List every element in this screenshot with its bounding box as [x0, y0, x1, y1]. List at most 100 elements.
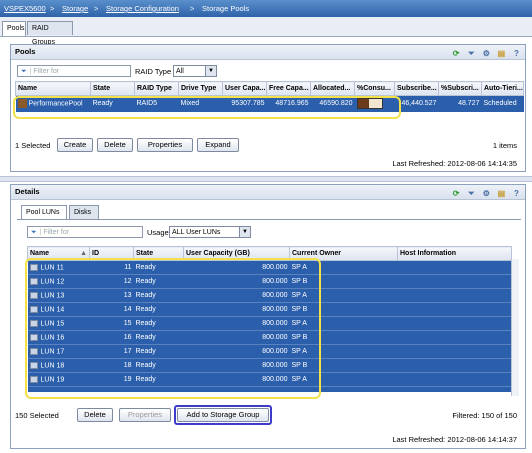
pool-row[interactable]: PerformancePool Ready RAID5 Mixed 95307.… — [15, 95, 524, 112]
pool-free-capacity: 48716.965 — [266, 95, 311, 112]
table-row[interactable]: LUN 14 14 Ready 800.000 SP B — [27, 302, 512, 317]
table-row[interactable]: LUN 11 11 Ready 800.000 SP A — [27, 260, 512, 275]
settings-icon[interactable]: ⚙ — [482, 49, 491, 58]
lun-host — [397, 274, 512, 289]
col-header-user-capacity-gb[interactable]: User Capacity (GB) — [183, 246, 290, 261]
details-tab-divider — [17, 219, 521, 220]
luns-vertical-scrollbar[interactable] — [511, 259, 519, 396]
lun-state-text: Ready — [135, 362, 156, 369]
table-row[interactable]: LUN 16 16 Ready 800.000 SP B — [27, 330, 512, 345]
lun-owner-text: SP B — [291, 278, 308, 285]
col-header-name[interactable]: Name — [15, 81, 91, 96]
pools-filter-placeholder: Filter for — [33, 68, 60, 75]
raid-type-select[interactable]: All ▼ — [173, 65, 217, 77]
lun-owner: SP A — [289, 260, 398, 275]
lun-owner-text: SP A — [291, 376, 307, 383]
delete-button[interactable]: Delete — [97, 138, 133, 152]
table-row[interactable]: LUN 17 17 Ready 800.000 SP A — [27, 344, 512, 359]
lun-name-text: LUN 15 — [40, 320, 65, 328]
lun-state-text: Ready — [135, 292, 156, 299]
col-header-auto-tiering[interactable]: Auto-Tieri... — [481, 81, 524, 96]
export-icon[interactable]: ▤ — [497, 49, 506, 58]
lun-id-text: 18 — [123, 362, 132, 369]
tab-pool-luns[interactable]: Pool LUNs — [21, 205, 67, 220]
refresh-icon[interactable]: ⟳ — [452, 189, 461, 198]
col-header-pct-subscribed[interactable]: %Subscri... — [438, 81, 482, 96]
breadcrumb-storage-config-link[interactable]: Storage Configuration — [106, 4, 179, 13]
properties-button[interactable]: Properties — [137, 138, 193, 152]
col-header-pct-consumed[interactable]: %Consu... — [354, 81, 395, 96]
details-panel-header: Details ⟳ ⏷ ⚙ ▤ ? — [11, 185, 525, 200]
add-to-storage-group-button[interactable]: Add to Storage Group — [177, 408, 269, 422]
export-icon[interactable]: ▤ — [497, 189, 506, 198]
usage-select[interactable]: ALL User LUNs ▼ — [169, 226, 251, 238]
lun-id: 16 — [89, 330, 134, 345]
lun-capacity-text: 800.000 — [262, 264, 288, 271]
col-header-lun-name[interactable]: Name ▲ — [27, 246, 90, 261]
lun-owner: SP B — [289, 302, 398, 317]
lun-properties-button[interactable]: Properties — [119, 408, 171, 422]
lun-owner: SP A — [289, 372, 398, 387]
filter-icon[interactable]: ⏷ — [467, 189, 476, 198]
chevron-down-icon: ▼ — [239, 227, 250, 237]
luns-filter-input[interactable]: ⏷ | Filter for — [27, 226, 143, 238]
settings-icon[interactable]: ⚙ — [482, 189, 491, 198]
col-header-state[interactable]: State — [90, 81, 135, 96]
table-row[interactable]: LUN 18 18 Ready 800.000 SP B — [27, 358, 512, 373]
pools-selected-count: 1 Selected — [15, 141, 51, 150]
lun-capacity-text: 800.000 — [262, 362, 288, 369]
lun-name: LUN 16 — [27, 330, 90, 345]
lun-name: LUN 15 — [27, 316, 90, 331]
table-row[interactable]: LUN 15 15 Ready 800.000 SP A — [27, 316, 512, 331]
pools-panel-title: Pools — [15, 47, 36, 56]
create-button[interactable]: Create — [57, 138, 93, 152]
pools-panel: Pools ⟳ ⏷ ⚙ ▤ ? ⏷ | Filter for RAID Type … — [10, 44, 526, 172]
luns-selected-count: 150 Selected — [15, 411, 59, 420]
lun-state-text: Ready — [135, 334, 156, 341]
raid-type-value: All — [176, 68, 184, 75]
panel-splitter[interactable] — [0, 176, 532, 182]
lun-id: 12 — [89, 274, 134, 289]
table-row[interactable]: LUN 19 19 Ready 800.000 SP A — [27, 372, 512, 387]
refresh-icon[interactable]: ⟳ — [452, 49, 461, 58]
pool-name-cell: PerformancePool — [15, 95, 91, 112]
table-row[interactable]: LUN 13 13 Ready 800.000 SP A — [27, 288, 512, 303]
breadcrumb-storage-link[interactable]: Storage — [62, 4, 88, 13]
expand-button[interactable]: Expand — [197, 138, 239, 152]
tab-disks[interactable]: Disks — [69, 205, 99, 219]
lun-icon — [29, 263, 38, 271]
tab-raid-groups[interactable]: RAID Groups — [27, 21, 73, 46]
lun-name-text: LUN 18 — [40, 362, 65, 370]
raid-type-label: RAID Type — [135, 67, 172, 76]
col-header-current-owner[interactable]: Current Owner — [289, 246, 398, 261]
col-header-state[interactable]: State — [133, 246, 184, 261]
tab-pools[interactable]: Pools — [2, 21, 26, 36]
breadcrumb-system-link[interactable]: VSPEX5600 — [4, 4, 46, 13]
col-header-raid-type[interactable]: RAID Type — [134, 81, 179, 96]
lun-owner: SP B — [289, 358, 398, 373]
col-header-user-capacity[interactable]: User Capa... — [222, 81, 267, 96]
col-header-drive-type[interactable]: Drive Type — [178, 81, 223, 96]
lun-host — [397, 288, 512, 303]
pools-filter-input[interactable]: ⏷ | Filter for — [17, 65, 131, 77]
col-header-free-capacity[interactable]: Free Capa... — [266, 81, 311, 96]
col-header-allocated[interactable]: Allocated... — [310, 81, 355, 96]
lun-id-text: 13 — [123, 292, 132, 299]
lun-name: LUN 17 — [27, 344, 90, 359]
col-header-subscribed[interactable]: Subscribe... — [394, 81, 439, 96]
col-header-host-information[interactable]: Host Information — [397, 246, 512, 261]
delete-lun-button[interactable]: Delete — [77, 408, 113, 422]
filter-icon[interactable]: ⏷ — [467, 49, 476, 58]
help-icon[interactable]: ? — [512, 49, 521, 58]
help-icon[interactable]: ? — [512, 189, 521, 198]
lun-icon — [29, 347, 38, 355]
col-header-id[interactable]: ID — [89, 246, 134, 261]
lun-capacity-text: 800.000 — [262, 348, 288, 355]
lun-id-text: 15 — [123, 320, 132, 327]
lun-name-text: LUN 12 — [40, 278, 65, 286]
luns-last-refreshed: Last Refreshed: 2012-08-06 14:14:37 — [392, 435, 517, 444]
lun-host — [397, 302, 512, 317]
table-row[interactable]: LUN 12 12 Ready 800.000 SP B — [27, 274, 512, 289]
lun-capacity: 800.000 — [183, 344, 290, 359]
lun-host — [397, 330, 512, 345]
